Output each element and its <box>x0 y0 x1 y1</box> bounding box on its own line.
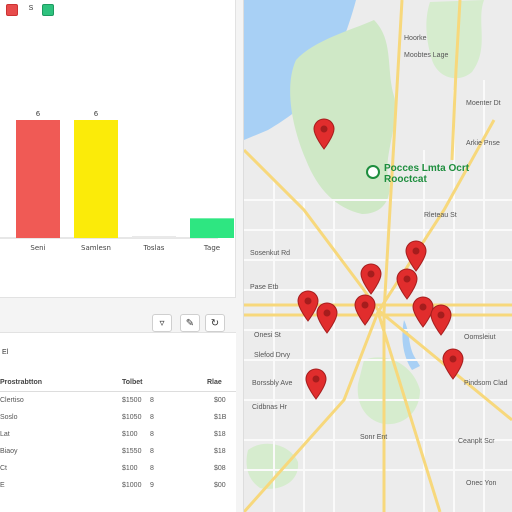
bar-3[interactable] <box>190 218 234 238</box>
location-pin-icon[interactable] <box>305 368 327 400</box>
refresh-icon-button[interactable]: ↻ <box>205 314 225 332</box>
street-label: Borssbly Ave <box>252 380 293 387</box>
column-header-name[interactable]: Prostrabtton <box>0 379 42 386</box>
location-pin-icon[interactable] <box>354 294 376 326</box>
table-row[interactable]: Biaoy $1550 8 $18 <box>0 448 236 464</box>
toolbar-label[interactable]: S <box>24 5 38 15</box>
street-label: Onec Yon <box>466 480 497 487</box>
street-label: Arkie Pnse <box>466 140 500 147</box>
cell-value: $1000 <box>122 482 142 489</box>
edit-icon-button[interactable]: ✎ <box>180 314 200 332</box>
cell-flag: 8 <box>150 431 154 438</box>
refresh-icon: ↻ <box>210 317 220 329</box>
cell-name: Lat <box>0 431 10 438</box>
cell-flag: 8 <box>150 397 154 404</box>
category-label: Samlesn <box>81 244 111 252</box>
cell-value: $100 <box>122 465 138 472</box>
location-pin-icon[interactable] <box>442 348 464 380</box>
street-label: Sosenkut Rd <box>250 250 291 257</box>
refresh-button[interactable] <box>42 4 54 16</box>
street-label: Moobtes Lage <box>404 52 449 59</box>
filter-icon: ▿ <box>159 317 165 329</box>
street-label: Rleteau St <box>424 212 457 219</box>
cell-flag: 8 <box>150 465 154 472</box>
location-pin-icon[interactable] <box>360 263 382 295</box>
bar-2[interactable] <box>132 236 176 238</box>
close-button[interactable] <box>6 4 18 16</box>
cell-amount: $00 <box>214 397 226 404</box>
cell-flag: 9 <box>150 482 154 489</box>
bar-chart: 6 Seni 6 Samlesn Toslas Tage <box>0 110 234 252</box>
location-pin-icon[interactable] <box>313 118 335 150</box>
cell-value: $100 <box>122 431 138 438</box>
cell-value: $1050 <box>122 414 142 421</box>
category-label: Tage <box>203 244 220 252</box>
street-label: Moenter Dt <box>466 100 501 107</box>
table-row[interactable]: Ct $100 8 $08 <box>0 465 236 481</box>
bar-1[interactable] <box>74 120 118 238</box>
cell-name: Biaoy <box>0 448 18 455</box>
street-label: Onesi St <box>254 332 281 339</box>
column-header-value[interactable]: Tolbet <box>122 379 142 386</box>
street-label: Sonr Ent <box>360 434 388 441</box>
map-view[interactable]: Pocces Lmta Ocrt Rooctcat Hoorke Moobtes… <box>244 0 512 512</box>
chart-toolbar: S <box>0 0 236 22</box>
park-poi-icon[interactable] <box>366 165 380 179</box>
cell-name: Clertiso <box>0 397 24 404</box>
street-label: Pase Etb <box>250 284 279 291</box>
location-pin-icon[interactable] <box>430 304 452 336</box>
cell-name: Ct <box>0 465 7 472</box>
cell-amount: $00 <box>214 482 226 489</box>
street-label: Cidbnas Hr <box>252 404 288 411</box>
cell-amount: $18 <box>214 431 226 438</box>
header-divider <box>0 391 236 392</box>
chart-card: S 6 Seni 6 Samlesn Toslas Tage <box>0 0 236 298</box>
table-row[interactable]: E $1000 9 $00 <box>0 482 236 498</box>
table-row[interactable]: Lat $100 8 $18 <box>0 431 236 447</box>
bar-value-label: 6 <box>94 110 99 118</box>
cell-value: $1500 <box>122 397 142 404</box>
park-poi-label[interactable]: Pocces Lmta Ocrt Rooctcat <box>384 163 494 185</box>
street-label: Hoorke <box>404 35 427 42</box>
location-pin-icon[interactable] <box>316 302 338 334</box>
bar-value-label: 6 <box>36 110 41 118</box>
cell-name: E <box>0 482 5 489</box>
table-row[interactable]: Clertiso $1500 8 $00 <box>0 397 236 413</box>
street-label: Oomsleiut <box>464 334 496 341</box>
cell-name: Soslo <box>0 414 18 421</box>
cell-amount: $1B <box>214 414 227 421</box>
category-label: Toslas <box>143 244 165 252</box>
edit-icon: ✎ <box>185 317 195 329</box>
street-label: Ceanplt Scr <box>458 438 495 445</box>
street-label: Slefod Drvy <box>254 352 291 359</box>
data-table: El Prostrabtton Tolbet Rlae Clertiso $15… <box>0 332 236 512</box>
street-label: Pindsom Clad <box>464 380 508 387</box>
cell-flag: 8 <box>150 414 154 421</box>
cell-amount: $18 <box>214 448 226 455</box>
cell-amount: $08 <box>214 465 226 472</box>
table-row[interactable]: Soslo $1050 8 $1B <box>0 414 236 430</box>
cell-flag: 8 <box>150 448 154 455</box>
analytics-panel: S 6 Seni 6 Samlesn Toslas Tage ▿ ✎ ↻ El Prost… <box>0 0 244 512</box>
cell-value: $1550 <box>122 448 142 455</box>
category-label: Seni <box>30 244 45 252</box>
column-header-amount[interactable]: Rlae <box>207 379 222 386</box>
filter-icon-button[interactable]: ▿ <box>152 314 172 332</box>
bar-0[interactable] <box>16 120 60 238</box>
table-section-label: El <box>2 349 9 356</box>
